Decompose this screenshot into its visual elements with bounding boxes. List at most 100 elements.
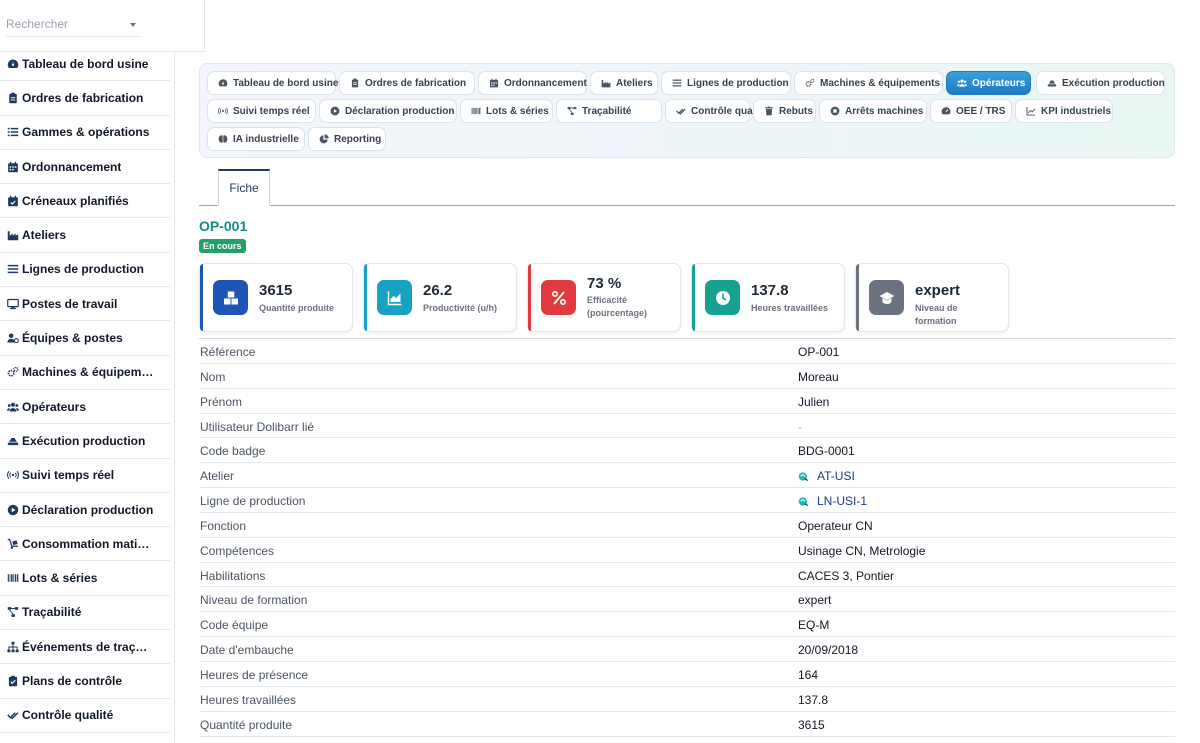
nav-button-label: IA industrielle [233, 133, 299, 145]
detail-row: Heures travaillées 137.8 [199, 687, 1175, 712]
nav-button-2-9[interactable]: KPI industriels [1015, 99, 1113, 123]
detail-key: Compétences [200, 543, 275, 558]
nav-button-1-8[interactable]: Exécution production [1036, 71, 1165, 95]
users-icon [6, 401, 19, 413]
sitemap-icon [6, 641, 19, 653]
nav-button-2-1[interactable]: Suivi temps réel [207, 99, 316, 123]
sidebar-item-label: Lignes de production [22, 262, 144, 277]
sidebar-item-16[interactable]: Lots & séries [0, 561, 170, 596]
nav-button-1-6[interactable]: Machines & équipements [794, 71, 943, 95]
check-double-icon [676, 106, 686, 116]
kpi-card: 3615 Quantité produite [199, 263, 353, 332]
detail-key: Code badge [200, 444, 266, 459]
detail-value: - [798, 419, 802, 434]
link-icon [798, 471, 809, 482]
nav-button-1-4[interactable]: Ateliers [590, 71, 658, 95]
sidebar-item-label: Tableau de bord usine [22, 56, 149, 71]
nav-button-2-7[interactable]: Arrêts machines [819, 99, 927, 123]
sidebar-item-9[interactable]: Équipes & postes [0, 321, 170, 356]
nav-button-3-1[interactable]: IA industrielle [207, 127, 305, 151]
clipboard-icon [6, 92, 19, 104]
detail-value: Moreau [798, 369, 839, 384]
calendar-check-icon [6, 195, 19, 207]
nav-button-label: Traçabilité [582, 105, 632, 117]
nav-button-1-5[interactable]: Lignes de production [661, 71, 791, 95]
search-box: Rechercher [0, 0, 205, 52]
sidebar-item-13[interactable]: Suivi temps réel [0, 459, 170, 493]
sidebar-item-label: Contrôle qualité [22, 708, 114, 723]
desktop-icon [6, 298, 19, 310]
sidebar-item-4[interactable]: Ordonnancement [0, 150, 170, 185]
nav-button-1-3[interactable]: Ordonnancement [478, 71, 587, 95]
sidebar-item-2[interactable]: Ordres de fabrication [0, 81, 170, 116]
play-circle-icon [6, 504, 19, 516]
industry-icon [601, 78, 611, 88]
sidebar-item-label: Traçabilité [22, 605, 82, 620]
kpi-accent-bar [364, 264, 367, 331]
detail-link[interactable]: AT-USI [817, 469, 855, 483]
detail-key: Code équipe [200, 618, 269, 633]
sidebar-item-18[interactable]: Événements de traç… [0, 630, 170, 665]
detail-row: Code badge BDG-0001 [199, 438, 1175, 464]
detail-key: Quantité produite [200, 717, 293, 732]
calendar-icon [6, 161, 19, 173]
sidebar-item-8[interactable]: Postes de travail [0, 287, 170, 322]
project-diagram-icon [6, 606, 19, 618]
sidebar-item-6[interactable]: Ateliers [0, 218, 170, 253]
project-diagram-icon [567, 106, 577, 116]
nav-button-2-4[interactable]: Traçabilité [556, 99, 662, 123]
detail-value: 3615 [798, 717, 825, 732]
sidebar-item-11[interactable]: Opérateurs [0, 390, 170, 425]
nav-button-1-2[interactable]: Ordres de fabrication [339, 71, 475, 95]
sidebar-item-20[interactable]: Contrôle qualité [0, 699, 170, 733]
detail-key: Fonction [200, 518, 247, 533]
broadcast-icon [218, 106, 228, 116]
sidebar-item-14[interactable]: Déclaration production [0, 493, 170, 528]
detail-row: Atelier AT-USI [199, 463, 1175, 489]
detail-value[interactable]: AT-USI [798, 469, 855, 483]
sidebar-item-3[interactable]: Gammes & opérations [0, 116, 170, 150]
kpi-label: Productivité (u/h) [423, 303, 497, 313]
detail-value: Operateur CN [798, 518, 873, 533]
sidebar-item-7[interactable]: Lignes de production [0, 253, 170, 288]
brain-icon [218, 134, 228, 144]
nav-button-label: Arrêts machines [845, 105, 924, 117]
detail-value: CACES 3, Pontier [798, 568, 895, 583]
sidebar-item-1[interactable]: Tableau de bord usine [0, 47, 170, 82]
sidebar-item-10[interactable]: Machines & équipem… [0, 356, 170, 390]
detail-key: Atelier [200, 469, 235, 484]
nav-button-1-7[interactable]: Opérateurs [946, 71, 1031, 95]
nav-button-2-8[interactable]: OEE / TRS [930, 99, 1012, 123]
cogs-icon [805, 78, 815, 88]
nav-button-3-2[interactable]: Reporting [308, 127, 386, 151]
detail-value[interactable]: LN-USI-1 [798, 494, 867, 508]
graduation-cap-icon [869, 280, 904, 315]
detail-value: 137.8 [798, 692, 829, 707]
nav-button-label: Opérateurs [972, 77, 1026, 89]
sidebar-item-15[interactable]: Consommation mati… [0, 527, 170, 562]
nav-button-2-3[interactable]: Lots & séries [460, 99, 553, 123]
detail-row: Productivité (u/h)26.2 [199, 737, 1175, 743]
detail-row: Date d'embauche 20/09/2018 [199, 637, 1175, 662]
detail-link[interactable]: LN-USI-1 [817, 494, 867, 508]
nav-button-label: Rebuts [779, 105, 813, 117]
sidebar-item-19[interactable]: Plans de contrôle [0, 664, 170, 699]
sidebar-item-5[interactable]: Créneaux planifiés [0, 184, 170, 219]
tab-fiche[interactable]: Fiche [218, 169, 270, 206]
detail-key: Référence [200, 345, 256, 359]
kpi-accent-bar [200, 264, 203, 331]
sidebar-item-17[interactable]: Traçabilité [0, 596, 170, 631]
sidebar-item-label: Exécution production [22, 433, 146, 448]
nav-button-2-5[interactable]: Contrôle qualité [665, 99, 767, 123]
users-cog-icon [6, 332, 19, 344]
sidebar-item-label: Créneaux planifiés [22, 193, 129, 208]
chevron-down-icon[interactable] [130, 23, 136, 27]
detail-row: Fonction Operateur CN [199, 513, 1175, 538]
nav-button-1-1[interactable]: Tableau de bord usine [207, 71, 338, 95]
detail-key: Heures travaillées [200, 692, 297, 707]
sidebar-item-12[interactable]: Exécution production [0, 424, 170, 459]
nav-button-2-6[interactable]: Rebuts [753, 99, 816, 123]
nav-button-2-2[interactable]: Déclaration production [319, 99, 457, 123]
search-input[interactable]: Rechercher [6, 17, 140, 37]
sidebar-item-label: Ordonnancement [22, 159, 122, 174]
